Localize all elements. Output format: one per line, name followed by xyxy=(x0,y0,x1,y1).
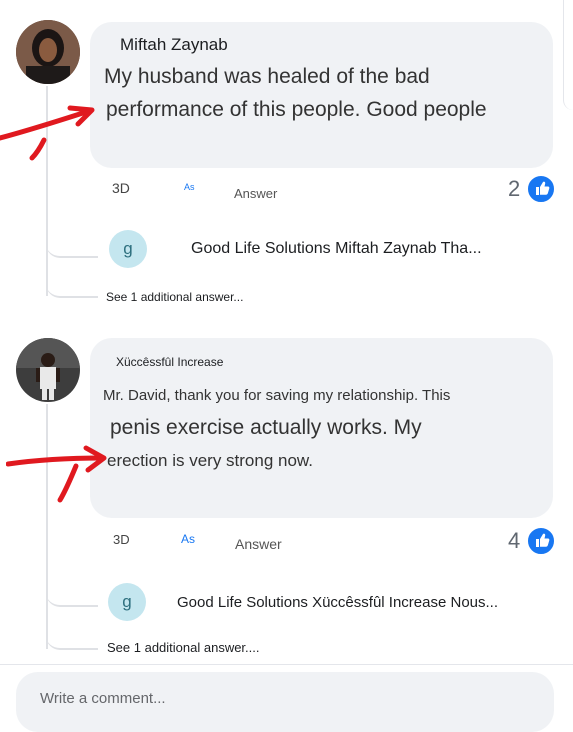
annotation-arrow xyxy=(0,105,95,161)
composer-divider xyxy=(0,664,573,665)
comment-text-line: erection is very strong now. xyxy=(107,451,313,470)
see-more-answers[interactable]: See 1 additional answer.... xyxy=(107,640,260,655)
like-count: 4 xyxy=(508,528,521,553)
reply-preview[interactable]: Good Life Solutions Xüccêssfûl Increase … xyxy=(177,594,498,611)
comment-time: 3D xyxy=(113,532,130,547)
thumbs-up-icon[interactable] xyxy=(526,526,556,556)
comment-time: 3D xyxy=(112,180,130,196)
comment-author[interactable]: Xüccêssfûl Increase xyxy=(116,355,223,369)
comment-input-placeholder[interactable]: Write a comment... xyxy=(40,690,166,707)
thread-branch-2b xyxy=(46,632,98,650)
annotation-arrow xyxy=(6,445,107,503)
avatar-photo-1 xyxy=(16,20,80,84)
comment-text-line: My husband was healed of the bad xyxy=(104,65,430,88)
avatar[interactable] xyxy=(16,20,80,84)
thread-branch-2a xyxy=(46,585,98,607)
comment-text-line: performance of this people. Good people xyxy=(106,98,487,121)
reply-avatar[interactable]: g xyxy=(109,230,147,268)
reply-preview[interactable]: Good Life Solutions Miftah Zaynab Tha... xyxy=(191,240,482,258)
see-more-answers[interactable]: See 1 additional answer... xyxy=(106,290,243,304)
answer-link[interactable]: Answer xyxy=(234,186,277,201)
comment-author[interactable]: Miftah Zaynab xyxy=(120,35,228,55)
comment-as-label[interactable]: As xyxy=(181,532,195,546)
avatar-photo-2 xyxy=(16,338,80,402)
comment-as-label[interactable]: As xyxy=(184,182,195,192)
reply-avatar[interactable]: g xyxy=(108,583,146,621)
avatar[interactable] xyxy=(16,338,80,402)
like-count: 2 xyxy=(508,176,521,201)
right-edge-panel xyxy=(563,0,573,110)
answer-link[interactable]: Answer xyxy=(235,536,282,552)
thumbs-up-icon[interactable] xyxy=(526,174,556,204)
comment-text-line: penis exercise actually works. My xyxy=(110,416,422,439)
thread-branch-1a xyxy=(46,230,98,258)
comment-text-line: Mr. David, thank you for saving my relat… xyxy=(103,387,451,404)
thread-branch-1b xyxy=(46,280,98,298)
